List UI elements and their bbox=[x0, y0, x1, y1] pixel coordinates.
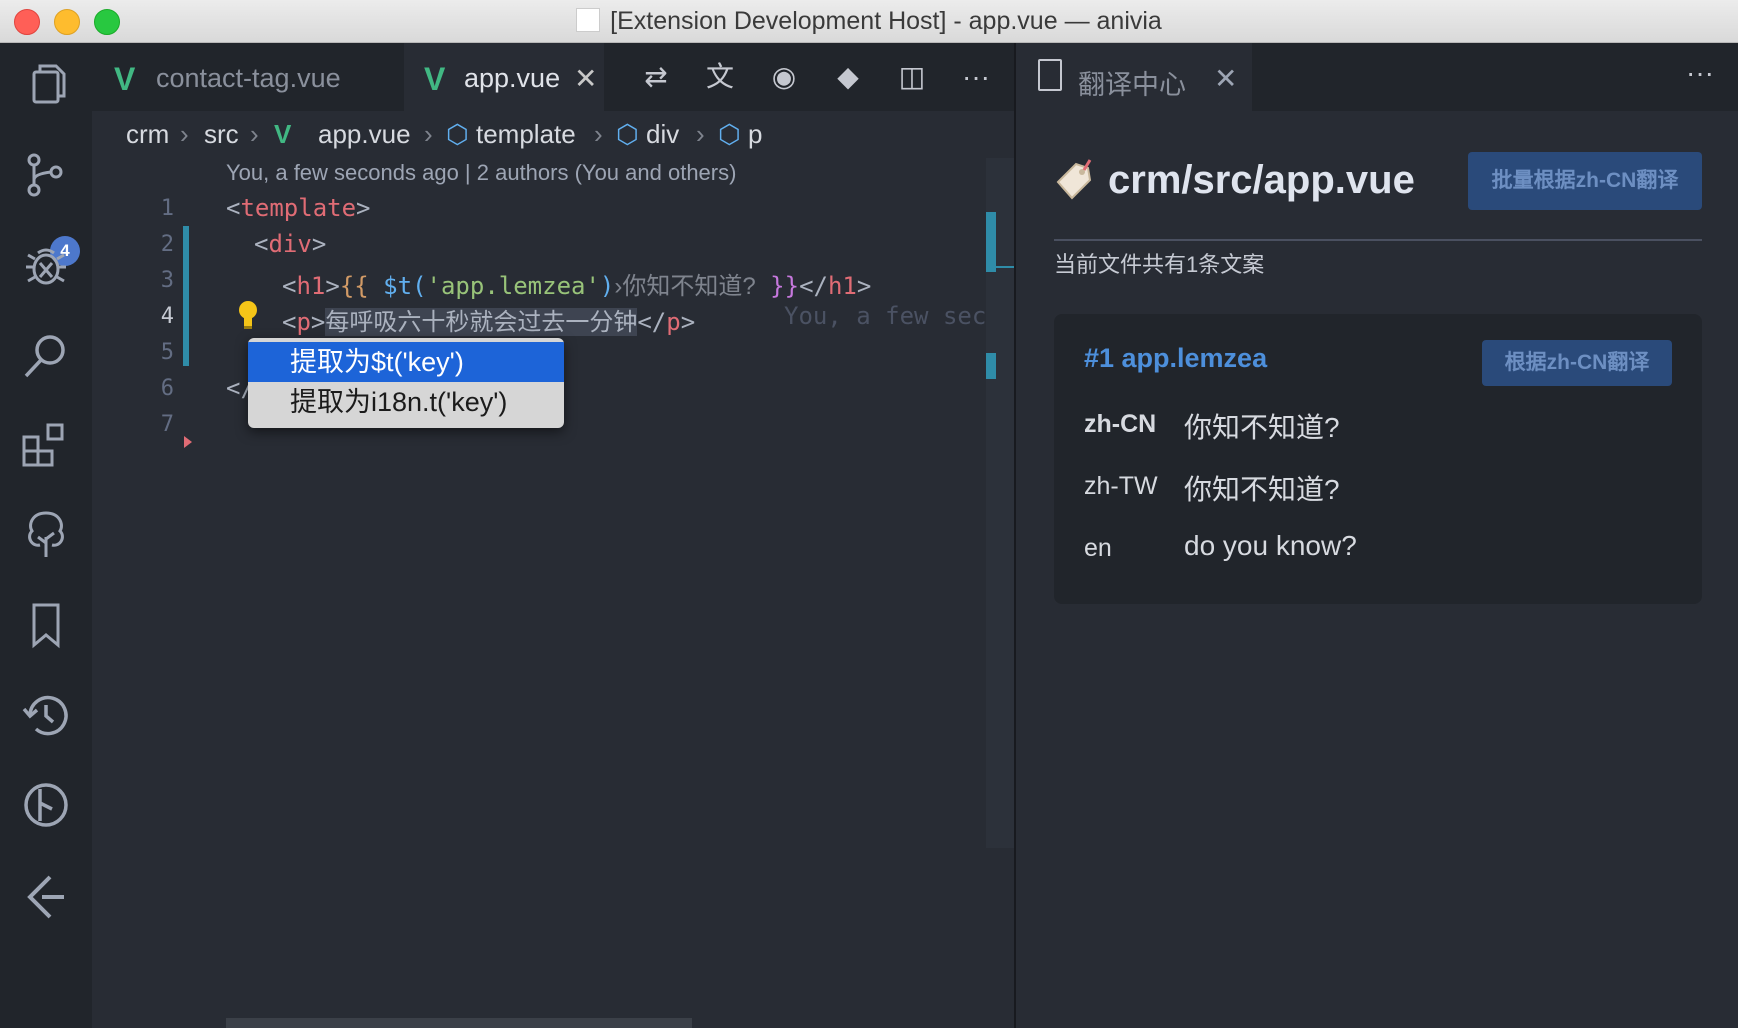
code-line-1[interactable]: <template> bbox=[226, 194, 371, 222]
file-icon bbox=[1038, 59, 1062, 91]
breadcrumb-item[interactable]: template bbox=[476, 119, 576, 150]
vue-icon: V bbox=[424, 61, 446, 97]
bookmark-icon[interactable] bbox=[20, 599, 72, 651]
entry-key: #1 app.lemzea bbox=[1084, 343, 1268, 373]
line-number: 6 bbox=[160, 376, 174, 401]
translation-value[interactable]: do you know? bbox=[1184, 530, 1357, 562]
line-number: 4 bbox=[160, 304, 174, 329]
git-change-bar bbox=[183, 226, 189, 366]
cube-icon: ⬡ bbox=[446, 119, 469, 149]
chevron-right-icon: › bbox=[250, 119, 259, 149]
history-icon[interactable] bbox=[20, 689, 72, 741]
code-action-menu: 提取为$t('key') 提取为i18n.t('key') bbox=[248, 338, 564, 428]
translation-value[interactable]: 你知不知道? bbox=[1184, 406, 1340, 446]
batch-translate-button[interactable]: 批量根据zh-CN翻译 bbox=[1468, 152, 1702, 210]
window-title: [Extension Development Host] - app.vue —… bbox=[610, 7, 1162, 35]
code-line-4[interactable]: <p>每呼吸六十秒就会过去一分钟</p> bbox=[282, 302, 695, 337]
error-marker-icon bbox=[184, 436, 192, 448]
breadcrumb-item[interactable]: div bbox=[646, 119, 679, 150]
horizontal-scrollbar[interactable] bbox=[226, 1018, 692, 1028]
cube-icon: ⬡ bbox=[718, 119, 741, 149]
extensions-icon[interactable] bbox=[20, 419, 72, 471]
close-icon[interactable]: ✕ bbox=[574, 62, 597, 95]
vue-icon: V bbox=[274, 119, 292, 149]
translate-entry-button[interactable]: 根据zh-CN翻译 bbox=[1482, 340, 1672, 386]
git-graph-icon[interactable] bbox=[20, 779, 72, 831]
lang-label: zh-TW bbox=[1084, 472, 1158, 500]
more-icon[interactable]: ··· bbox=[956, 57, 996, 97]
breadcrumb-item[interactable]: src bbox=[204, 119, 239, 150]
tag-icon bbox=[1054, 158, 1094, 200]
git-icon[interactable]: ◆ bbox=[828, 57, 868, 97]
tab-app-vue[interactable]: V app.vue ✕ bbox=[404, 43, 604, 111]
translate-icon[interactable]: 文 bbox=[700, 57, 740, 97]
lang-label: zh-CN bbox=[1084, 410, 1157, 438]
split-icon[interactable]: ◫ bbox=[892, 57, 932, 97]
chevron-right-icon: › bbox=[180, 119, 189, 149]
editor-tab-bar: V contact-tag.vue V app.vue ✕ ⇄ 文 ◉ ◆ ◫ … bbox=[92, 43, 1014, 111]
files-icon[interactable] bbox=[20, 58, 72, 110]
gitlens-icon[interactable] bbox=[20, 869, 72, 921]
inline-hint: ›你知不知道? bbox=[614, 273, 756, 300]
vue-file-icon bbox=[576, 8, 601, 33]
breadcrumb: crm › src › V app.vue › ⬡ template › ⬡ d… bbox=[92, 111, 1014, 159]
line-number: 3 bbox=[160, 268, 174, 293]
lang-label: en bbox=[1084, 534, 1112, 562]
lightbulb-icon[interactable] bbox=[238, 300, 258, 330]
file-path-title: crm/src/app.vue bbox=[1108, 158, 1415, 202]
translation-value[interactable]: 你知不知道? bbox=[1184, 468, 1340, 508]
breadcrumb-item[interactable]: app.vue bbox=[318, 119, 411, 150]
title-bar: [Extension Development Host] - app.vue —… bbox=[0, 0, 1738, 43]
line-number: 1 bbox=[160, 196, 174, 221]
more-icon[interactable]: ··· bbox=[1686, 57, 1714, 89]
code-line-3[interactable]: <h1>{{ $t('app.lemzea')›你知不知道? }}</h1> bbox=[282, 266, 871, 301]
bug-icon[interactable] bbox=[20, 239, 72, 291]
selected-text: 每呼吸六十秒就会过去一分钟 bbox=[325, 308, 638, 336]
summary-text: 当前文件共有1条文案 bbox=[1054, 252, 1265, 277]
line-number: 2 bbox=[160, 232, 174, 257]
chevron-right-icon: › bbox=[424, 119, 433, 149]
blame-annotation[interactable]: You, a few seconds ago | 2 authors (You … bbox=[226, 160, 736, 186]
activity-bar: 4 bbox=[0, 43, 92, 1028]
chevron-right-icon: › bbox=[696, 119, 705, 149]
menu-item-extract-t[interactable]: 提取为$t('key') bbox=[248, 342, 564, 382]
close-icon[interactable]: ✕ bbox=[1214, 62, 1237, 95]
breadcrumb-item[interactable]: crm bbox=[126, 119, 169, 150]
editor-scrollbar[interactable] bbox=[986, 158, 1014, 848]
compare-icon[interactable]: ⇄ bbox=[636, 57, 676, 97]
tab-label: 翻译中心 bbox=[1078, 70, 1186, 100]
divider bbox=[1054, 239, 1702, 241]
menu-item-extract-i18n[interactable]: 提取为i18n.t('key') bbox=[248, 382, 564, 422]
tab-label: app.vue bbox=[464, 63, 561, 93]
cube-icon: ⬡ bbox=[616, 119, 639, 149]
tab-translation-center[interactable]: 翻译中心 ✕ bbox=[1016, 43, 1252, 111]
chevron-right-icon: › bbox=[594, 119, 603, 149]
breadcrumb-item[interactable]: p bbox=[748, 119, 762, 150]
tree-icon[interactable] bbox=[20, 509, 72, 561]
vue-icon: V bbox=[114, 61, 136, 97]
line-number: 7 bbox=[160, 412, 174, 437]
eye-icon[interactable]: ◉ bbox=[764, 57, 804, 97]
inline-blame: You, a few secon bbox=[784, 302, 1010, 330]
tab-label: contact-tag.vue bbox=[156, 63, 341, 93]
code-line-2[interactable]: <div> bbox=[254, 230, 326, 258]
source-control-icon[interactable] bbox=[20, 150, 72, 202]
search-icon[interactable] bbox=[20, 330, 72, 382]
right-tab-bar: 翻译中心 ✕ ··· bbox=[1016, 43, 1738, 111]
line-number: 5 bbox=[160, 340, 174, 365]
tab-contact-tag[interactable]: V contact-tag.vue bbox=[92, 43, 404, 111]
